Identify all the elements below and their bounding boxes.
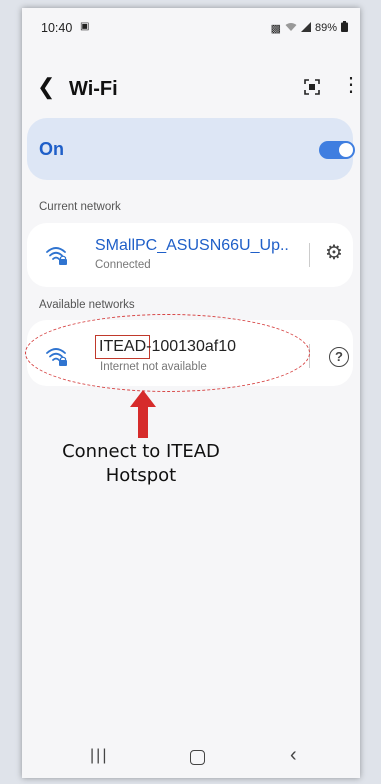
toggle-knob — [339, 143, 353, 157]
wifi-toggle-switch[interactable] — [319, 141, 355, 159]
available-networks-label: Available networks — [39, 299, 135, 311]
current-network-label: Current network — [39, 201, 121, 213]
arrow-up-icon — [130, 390, 156, 438]
wifi-status-icon — [285, 22, 297, 35]
annotation-line-1: Connect to ITEAD — [62, 441, 220, 462]
nav-back-icon[interactable]: ‹ — [290, 744, 297, 767]
settings-gear-icon[interactable]: ⚙ — [325, 243, 343, 263]
wifi-lock-icon — [45, 245, 67, 267]
status-time: 10:40 — [41, 21, 73, 35]
current-network-card[interactable]: SMallPC_ASUSN66U_Up.. Connected ⚙ — [27, 223, 353, 287]
help-icon[interactable]: ? — [329, 347, 349, 367]
phone-screen: 10:40 ▣ ▩ 89% ❮ Wi-Fi ⋮ On Current netwo… — [22, 8, 360, 778]
battery-icon — [341, 21, 348, 35]
wifi-toggle-label: On — [39, 139, 64, 159]
back-icon[interactable]: ❮ — [37, 76, 55, 98]
more-options-icon[interactable]: ⋮ — [341, 75, 360, 95]
recents-icon[interactable]: ||| — [90, 747, 108, 765]
current-network-name: SMallPC_ASUSN66U_Up.. — [95, 237, 289, 254]
current-network-status: Connected — [95, 259, 151, 271]
wifi-toggle-row[interactable]: On — [27, 118, 355, 180]
annotation-line-2: Hotspot — [105, 465, 177, 486]
app-bar: ❮ Wi-Fi ⋮ — [22, 64, 360, 114]
status-icons: ▩ 89% — [271, 21, 348, 35]
battery-percent: 89% — [314, 22, 337, 34]
page-title: Wi-Fi — [69, 78, 118, 100]
annotation-ellipse — [25, 314, 310, 392]
lock-icon: ▩ — [270, 22, 281, 35]
annotation-text: Connect to ITEAD Hotspot — [22, 440, 260, 488]
qr-scan-icon[interactable] — [304, 79, 320, 98]
navigation-bar: ||| ‹ — [22, 738, 360, 778]
signal-icon — [300, 21, 311, 35]
divider — [309, 243, 310, 267]
gallery-icon: ▣ — [80, 21, 90, 32]
home-icon[interactable] — [190, 750, 205, 765]
status-bar: 10:40 ▣ ▩ 89% — [22, 8, 360, 44]
